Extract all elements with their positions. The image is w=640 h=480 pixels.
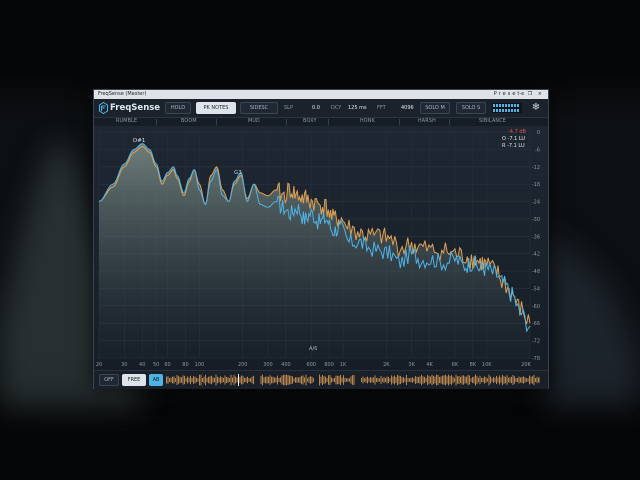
freq-tick-label: 80 [182,362,188,368]
band-honk: HONK [360,119,375,124]
sidechain-button[interactable]: SIDESC [240,102,278,114]
solo-m-button[interactable]: SOLO M [420,102,450,114]
db-tick-label: -42 [532,252,540,258]
window-controls[interactable]: – ❐ × [520,90,544,99]
plugin-window: FreqSense (Master) Presets – ❐ × FreqSen… [93,89,549,389]
band-sibilance: SIBILANCE [479,119,506,124]
band-boxy: BOXY [303,119,317,124]
freq-tick-label: 40 [139,362,145,368]
freq-tick-label: 20K [521,362,531,368]
db-tick-label: -60 [532,304,540,310]
freq-tick-label: 6K [452,362,459,368]
db-tick-label: -6 [535,147,540,153]
freq-tick-label: 800 [324,362,334,368]
db-tick-label: -66 [532,321,540,327]
freq-tick-label: 3K [408,362,415,368]
db-tick-label: -36 [532,234,540,240]
db-tick-label: 0 [537,130,540,136]
slope-label: SLP [284,105,293,111]
freq-tick-label: 4K [426,362,433,368]
cursor-note-label: A/6 [309,346,317,352]
freq-tick-label: 200 [238,362,248,368]
title-bar: FreqSense (Master) Presets – ❐ × [94,90,548,99]
peak-readout: -4.7 dB [508,129,527,135]
decay-value[interactable]: 125 ms [348,102,367,114]
freq-tick-label: 8K [470,362,477,368]
off-button[interactable]: OFF [99,374,119,386]
slope-value[interactable]: 0.0 [312,102,320,114]
freq-tick-label: 20 [96,362,102,368]
note-label-mid: G3 [234,170,242,176]
band-harsh: HARSH [418,119,436,124]
free-button[interactable]: FREE [122,374,146,386]
db-tick-label: -48 [532,269,540,275]
level-meter [492,103,522,113]
band-rumble: RUMBLE [116,119,138,124]
db-tick-label: -72 [532,339,540,345]
freq-tick-label: 1K [340,362,347,368]
pk-notes-button[interactable]: PK NOTES [196,102,236,114]
db-tick-label: -30 [532,217,540,223]
freq-tick-label: 50 [153,362,159,368]
logo-icon [99,102,108,114]
note-label-low: D#1 [133,138,145,144]
freq-tick-label: 10K [482,362,492,368]
freq-tick-label: 60 [164,362,170,368]
db-tick-label: -24 [532,200,540,206]
db-tick-label: -18 [532,182,540,188]
bottom-bar: OFF FREE AB [94,370,548,389]
r-loudness-readout: R -7.1 LU [502,143,525,149]
freq-tick-label: 400 [281,362,291,368]
db-tick-label: -54 [532,286,540,292]
brand-name: FreqSense [110,103,161,113]
solo-s-button[interactable]: SOLO S [456,102,486,114]
freq-tick-label: 30 [121,362,127,368]
db-tick-label: -78 [532,356,540,362]
hold-button[interactable]: HOLD [165,102,191,114]
freq-tick-label: 300 [263,362,273,368]
ab-button[interactable]: AB [149,374,163,386]
snowflake-icon[interactable]: ❄ [530,102,542,114]
band-mud: MUD [248,119,260,124]
o-loudness-readout: O -7.1 LU [502,136,525,142]
toolbar: FreqSense HOLD PK NOTES SIDESC SLP 0.0 D… [94,99,548,118]
fft-value[interactable]: 4096 [401,102,414,114]
window-title: FreqSense (Master) [98,91,147,97]
db-tick-label: -12 [532,165,540,171]
playhead-cursor[interactable] [238,374,239,386]
freq-tick-label: 2K [383,362,390,368]
waveform-overview[interactable] [166,374,540,386]
decay-label: DCY [331,105,342,111]
band-boom: BOOM [181,119,197,124]
fft-label: FFT [377,105,386,111]
freq-tick-label: 600 [306,362,316,368]
spectrum-plot[interactable]: 0-6-12-18-24-30-36-42-48-54-60-66-72-78 … [94,126,548,370]
freq-tick-label: 100 [195,362,205,368]
